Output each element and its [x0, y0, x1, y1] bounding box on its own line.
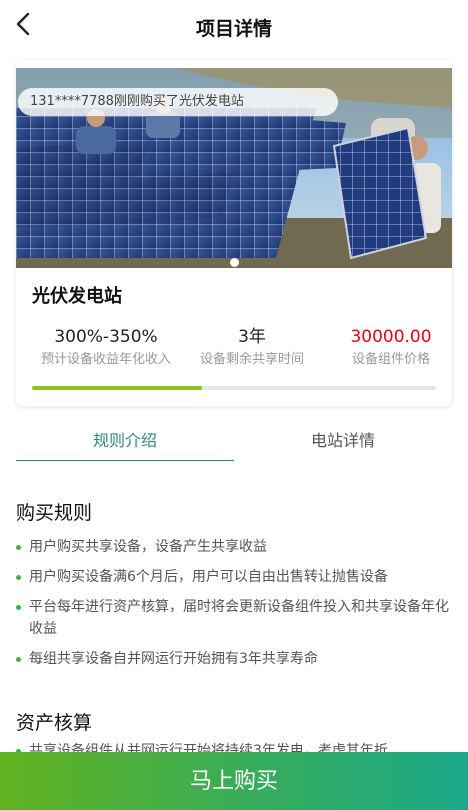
stat-label: 设备剩余共享时间: [199, 352, 304, 367]
carousel-dot[interactable]: [229, 258, 239, 267]
project-stats: 300%-350% 预计设备收益年化收入 3年 设备剩余共享时间 30000.0…: [16, 326, 452, 370]
section-title-audit: 资产核算: [16, 712, 93, 734]
page-title: 项目详情: [195, 18, 272, 40]
purchase-ticker: 131****7788刚刚购买了光伏发电站: [18, 88, 338, 116]
tab-rules[interactable]: 规则介绍: [16, 424, 234, 462]
list-item: 每组共享设备自并网运行开始拥有3年共享寿命: [16, 648, 456, 670]
detail-tabs: 规则介绍 电站详情: [16, 424, 452, 464]
section-title-rules: 购买规则: [16, 502, 93, 524]
list-item: 用户购买设备满6个月后，用户可以自由出售转让抛售设备: [16, 566, 456, 588]
carousel-indicator: [16, 252, 452, 268]
stat-price: 30000.00 设备组件价格: [336, 326, 446, 370]
project-name: 光伏发电站: [32, 286, 122, 307]
tab-station-details[interactable]: 电站详情: [234, 424, 452, 462]
project-card: 131****7788刚刚购买了光伏发电站 光伏发电站 300%-350% 预计…: [16, 60, 452, 406]
rules-list: 用户购买共享设备，设备产生共享收益 用户购买设备满6个月后，用户可以自由出售转让…: [16, 536, 456, 678]
stat-annual-yield: 300%-350% 预计设备收益年化收入: [26, 326, 186, 370]
progress-bar: [32, 386, 436, 390]
list-item: 用户购买共享设备，设备产生共享收益: [16, 536, 456, 558]
stat-label: 预计设备收益年化收入: [40, 352, 171, 367]
top-bar: 项目详情: [0, 0, 468, 52]
banner-carousel[interactable]: 131****7788刚刚购买了光伏发电站: [16, 68, 452, 268]
stat-value: 300%-350%: [54, 327, 158, 347]
stat-value: 3年: [238, 327, 266, 347]
stat-label: 设备组件价格: [351, 352, 430, 367]
stat-remaining-time: 3年 设备剩余共享时间: [182, 326, 322, 370]
active-tab-indicator: [16, 460, 234, 461]
buy-now-button[interactable]: 马上购买: [0, 752, 468, 810]
stat-value: 30000.00: [350, 327, 432, 347]
list-item: 平台每年进行资产核算，届时将会更新设备组件投入和共享设备年化收益: [16, 596, 456, 640]
progress-fill: [32, 386, 202, 390]
